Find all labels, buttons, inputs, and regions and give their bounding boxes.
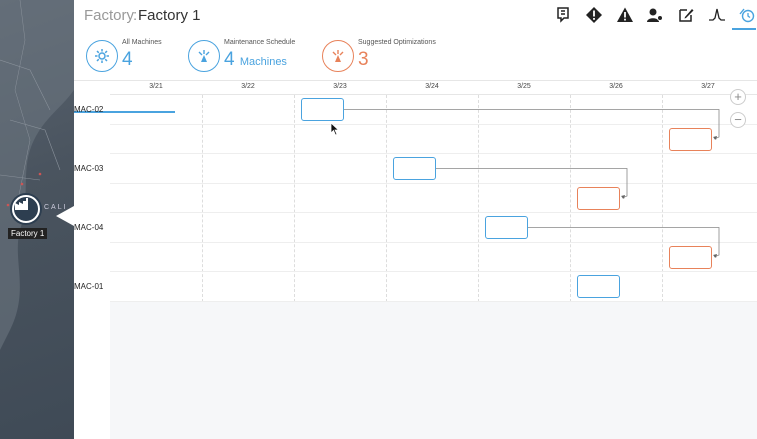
factory-pin[interactable] [12,195,40,223]
date-header: 3/21 3/22 3/23 3/24 3/25 3/26 3/27 [110,81,757,95]
date-column-header: 3/25 [517,83,531,90]
active-tool-indicator [732,28,756,30]
alert-diamond-icon [586,7,602,23]
row-band [110,125,757,154]
machine-row-label: MAC-02 [74,105,104,114]
zoom-in-button[interactable]: + [730,89,746,105]
date-column-header: 3/23 [333,83,347,90]
row-band [110,272,757,302]
date-column-header: 3/21 [149,83,163,90]
edit-button[interactable] [677,6,695,24]
row-band [110,95,757,125]
maintenance-gantt: 3/21 3/22 3/23 3/24 3/25 3/26 3/27 MAC-02 MAC-0… [74,81,757,439]
chart-pulse-icon [709,8,725,21]
suggested-optimization-bar[interactable] [669,127,712,151]
warning-icon [617,7,633,22]
gear-icon [95,49,109,63]
map-marker-icon [557,7,569,23]
gantt-empty-area [110,302,757,439]
machine-row-label: MAC-01 [74,282,104,291]
page-title: Factory 1 [138,7,201,24]
kpi-value: 4 [122,49,133,70]
analytics-button[interactable] [708,6,726,24]
kpi-unit: Machines [239,56,287,68]
kpi-icon-circle [188,40,220,72]
factory-map[interactable]: CALI Factory 1 [0,0,74,439]
edit-icon [679,9,694,22]
kpi-suggested-optimizations[interactable]: Suggested Optimizations 3 [322,37,452,77]
gantt-grid [110,95,757,331]
kpi-bar: All Machines 4 Maintenance Schedule 4 Ma… [74,33,757,113]
kpi-label: Suggested Optimizations [358,39,436,46]
factory-icon [15,198,28,210]
date-column-header: 3/22 [241,83,255,90]
map-marker-button[interactable] [554,6,572,24]
page-header: Factory : Factory 1 [74,0,757,33]
factory-label: Factory 1 [8,228,48,239]
row-band [110,243,757,272]
maintenance-icon [198,50,210,62]
kpi-label: All Machines [122,39,162,46]
row-band [110,184,757,213]
zoom-out-button[interactable]: − [730,112,746,128]
mouse-cursor-icon [330,122,340,136]
row-band [110,213,757,243]
date-column-header: 3/26 [609,83,623,90]
clock-schedule-icon [739,8,755,23]
schedule-button[interactable] [738,6,756,24]
machine-row-label: MAC-03 [74,164,104,173]
panel-pointer [56,206,74,226]
suggested-optimization-bar[interactable] [669,245,712,269]
kpi-value: 3 [358,49,369,70]
user-settings-icon [647,8,663,22]
kpi-all-machines[interactable]: All Machines 4 [86,37,176,77]
scheduled-maintenance-bar[interactable] [485,216,528,239]
kpi-label: Maintenance Schedule [224,39,296,46]
machine-row-label: MAC-04 [74,223,104,232]
optimization-icon [332,50,344,62]
breadcrumb[interactable]: Factory [84,7,134,24]
scheduled-maintenance-bar[interactable] [301,98,344,121]
alert-button[interactable] [585,6,603,24]
breadcrumb-separator: : [133,7,138,24]
scheduled-maintenance-bar[interactable] [577,275,620,298]
kpi-icon-circle [86,40,118,72]
scheduled-maintenance-bar[interactable] [393,157,436,180]
user-settings-button[interactable] [646,6,664,24]
kpi-icon-circle [322,40,354,72]
warning-button[interactable] [616,6,634,24]
suggested-optimization-bar[interactable] [577,186,620,210]
kpi-value: 4 Machines [224,49,287,70]
date-column-header: 3/24 [425,83,439,90]
kpi-maintenance-schedule[interactable]: Maintenance Schedule 4 Machines [188,37,308,77]
